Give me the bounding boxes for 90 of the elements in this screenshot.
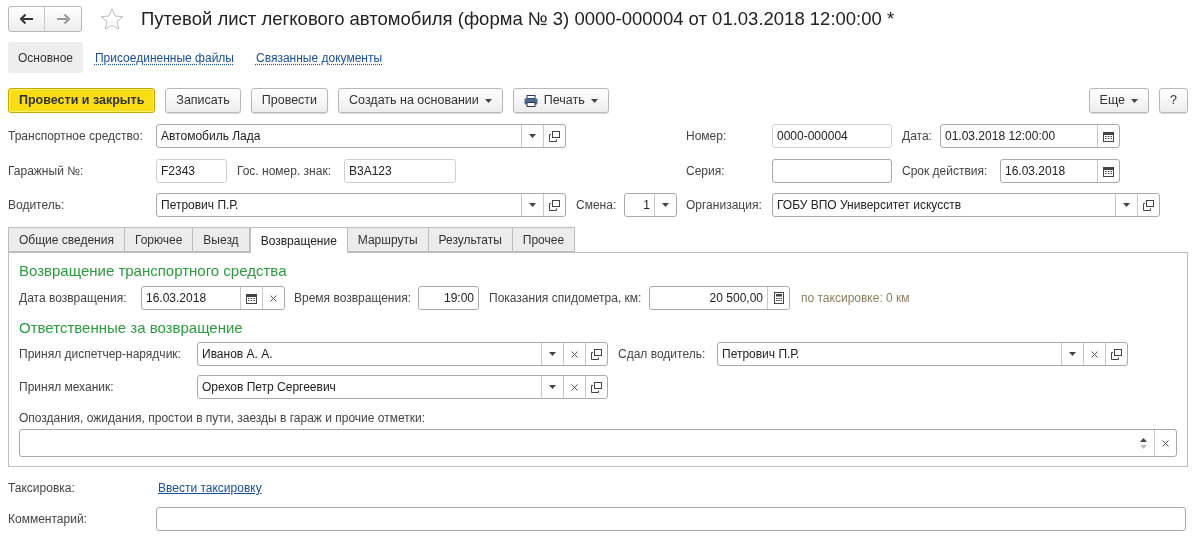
field-label: Организация: [686,197,763,214]
section-link[interactable]: Присоединенные файлы [85,48,244,67]
toolbar-button[interactable]: Создать на основании [338,88,503,113]
tab[interactable]: Возвращение [249,227,348,253]
dropdown-icon [549,385,556,389]
field-label: Показания спидометра, км: [489,290,643,307]
input-field[interactable]: 1 [624,193,677,217]
input-field[interactable]: Автомобиль Лада [156,124,566,148]
toolbar-button[interactable]: Провести [250,88,329,113]
field-label: Номер: [686,128,728,145]
field-label: Гос. номер. знак: [237,163,332,180]
star-icon[interactable] [100,7,124,31]
dropdown-icon [590,98,598,103]
section-heading: Ответственные за возвращение [19,318,244,338]
open-icon [1143,199,1154,211]
input-field[interactable]: 16.03.2018 [1000,159,1120,183]
field-label: Срок действия: [902,163,989,180]
enter-taxing-link[interactable]: Ввести таксировку [158,479,262,497]
input-field[interactable]: 20 500,00 [649,286,790,310]
field-label: Комментарий: [8,511,88,528]
input-field[interactable]: ГОБУ ВПО Университет искусств [772,193,1160,217]
comment-field[interactable] [156,507,1186,531]
dropdown-icon [1069,352,1076,356]
back-arrow-icon [20,14,33,24]
time-field[interactable]: 19:00 [418,286,479,310]
calendar-icon [246,292,257,304]
input-field[interactable]: В3А123 [344,159,456,183]
field-label: Серия: [686,163,726,180]
toolbar-button[interactable]: ? [1159,88,1188,113]
field-label: Таксировка: [8,480,76,497]
tab[interactable]: Маршруты [347,227,429,252]
tab[interactable]: Прочее [512,227,576,252]
tab[interactable]: Результаты [428,227,513,252]
section-link[interactable]: Основное [8,42,83,73]
taxing-note: по таксировке: 0 км [801,290,910,307]
input-field[interactable]: 0000-000004 [772,124,892,148]
input-field[interactable]: Петрович П.Р. [156,193,566,217]
forward-arrow-icon [56,14,70,24]
dropdown-icon [529,134,536,138]
field-label: Гаражный №: [8,163,85,180]
field-label: Опоздания, ожидания, простои в пути, заезды в гараж и прочие отметки: [19,411,425,425]
field-label: Время возвращения: [294,290,412,307]
open-icon [549,130,560,142]
input-field[interactable]: Иванов А. А. [197,342,608,366]
toolbar-button[interactable]: Еще [1088,88,1150,113]
up-arrow-icon [1139,437,1147,442]
calculator-icon [773,292,784,304]
input-field[interactable]: Орехов Петр Сергеевич [197,375,608,399]
dropdown-icon [1131,98,1139,103]
tab[interactable]: Выезд [193,227,250,252]
window-title: Путевой лист легкового автомобиля (форма № 3) 0000-000004 от 01.03.2018 12:00:00 * [141,7,895,32]
input-field[interactable]: Петрович П.Р. [717,342,1128,366]
clear-icon [270,294,277,302]
toolbar-button[interactable]: Записать [165,88,241,113]
input-field[interactable] [772,159,892,183]
section-link[interactable]: Связанные документы [246,48,393,67]
clear-icon [1091,350,1098,358]
dropdown-icon [484,98,492,103]
clear-icon [571,383,578,391]
dropdown-icon [529,203,536,207]
tab[interactable]: Общие сведения [8,227,125,252]
calendar-icon [1103,130,1114,142]
field-label: Смена: [576,197,618,214]
section-heading: Возвращение транспортного средства [19,261,288,281]
field-label: Принял механик: [19,379,115,396]
post-and-close-button[interactable]: Провести и закрыть [8,88,156,113]
toolbar-button[interactable]: Печать [512,88,609,113]
open-icon [591,348,602,360]
field-label: Сдал водитель: [618,346,707,363]
field-label: Дата возвращения: [19,290,128,307]
printer-icon [523,94,538,107]
field-label: Дата: [902,128,933,145]
clear-icon [1162,439,1169,447]
dropdown-icon [549,352,556,356]
open-icon [1111,348,1122,360]
clear-icon [571,350,578,358]
down-arrow-icon [1139,444,1147,449]
dropdown-icon [662,203,669,207]
calendar-icon [1103,165,1114,177]
field-label: Транспортное средство: [8,128,144,145]
tab[interactable]: Горючее [124,227,194,252]
field-label: Принял диспетчер-нарядчик: [19,346,182,363]
dropdown-icon [1123,203,1130,207]
open-icon [591,381,602,393]
field-label: Водитель: [8,197,66,214]
input-field[interactable]: 01.03.2018 12:00:00 [940,124,1120,148]
notes-field[interactable] [19,429,1177,457]
input-field[interactable]: F2343 [156,159,227,183]
input-field[interactable]: 16.03.2018 [141,286,285,310]
open-icon [549,199,560,211]
